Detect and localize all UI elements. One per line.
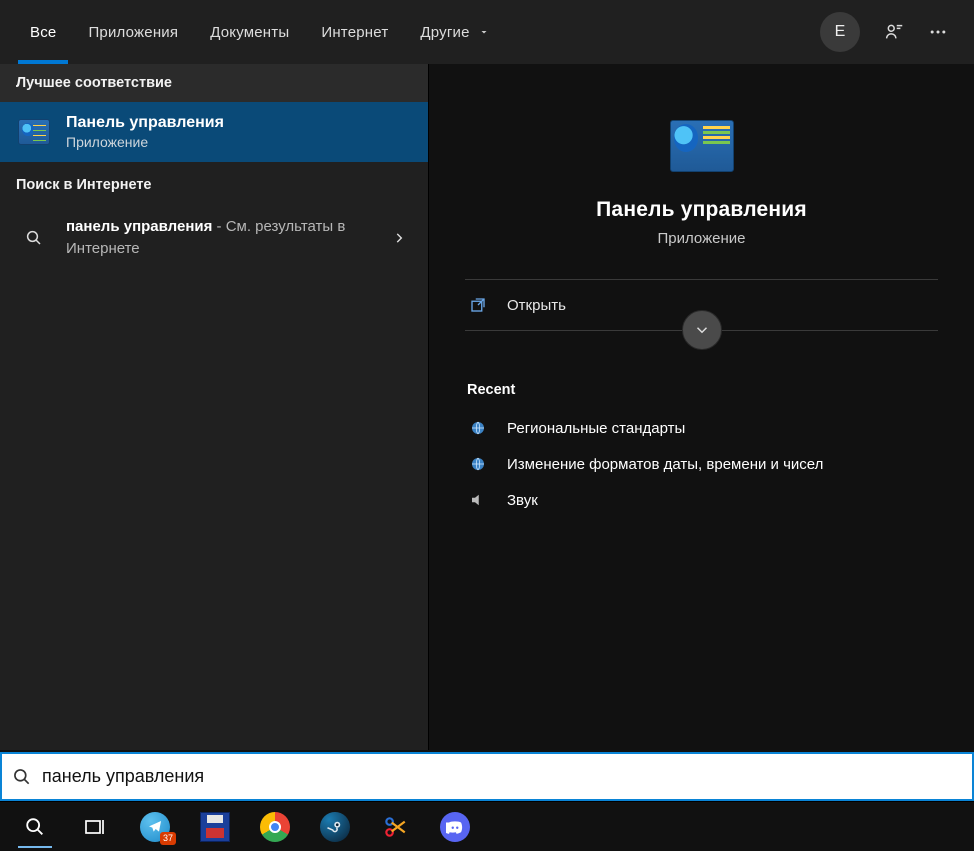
control-panel-icon bbox=[16, 114, 52, 150]
tab-apps[interactable]: Приложения bbox=[72, 0, 194, 64]
more-options-icon[interactable] bbox=[916, 10, 960, 54]
preview-title: Панель управления bbox=[596, 198, 807, 222]
taskbar-save-app[interactable] bbox=[188, 805, 242, 849]
search-panel: Все Приложения Документы Интернет Другие… bbox=[0, 0, 974, 750]
taskbar-chrome[interactable] bbox=[248, 805, 302, 849]
expand-row bbox=[465, 330, 938, 370]
recent-item[interactable]: Звук bbox=[465, 482, 938, 518]
results-list: Лучшее соответствие Панель управления Пр… bbox=[0, 64, 428, 750]
best-match-result[interactable]: Панель управления Приложение bbox=[0, 102, 428, 162]
recent-item[interactable]: Региональные стандарты bbox=[465, 410, 938, 446]
globe-icon bbox=[467, 419, 489, 437]
open-icon bbox=[467, 296, 489, 314]
tab-all[interactable]: Все bbox=[14, 0, 72, 64]
web-result-query: панель управления bbox=[66, 218, 212, 235]
user-avatar[interactable]: E bbox=[820, 12, 860, 52]
open-label: Открыть bbox=[507, 297, 566, 314]
web-result[interactable]: панель управления - См. результаты в Инт… bbox=[0, 204, 428, 272]
search-icon bbox=[16, 229, 52, 247]
telegram-badge: 37 bbox=[160, 832, 176, 845]
floppy-icon bbox=[200, 812, 230, 842]
results-body: Лучшее соответствие Панель управления Пр… bbox=[0, 64, 974, 750]
recent-header: Recent bbox=[467, 382, 938, 398]
tab-more[interactable]: Другие bbox=[404, 0, 505, 64]
web-result-text: панель управления - См. результаты в Инт… bbox=[66, 216, 372, 260]
best-match-subtitle: Приложение bbox=[66, 134, 224, 150]
search-bar[interactable] bbox=[0, 752, 974, 801]
scissors-icon bbox=[382, 814, 408, 840]
taskbar-discord[interactable] bbox=[428, 805, 482, 849]
best-match-text: Панель управления Приложение bbox=[66, 114, 224, 150]
filter-tabs: Все Приложения Документы Интернет Другие… bbox=[0, 0, 974, 64]
expand-button[interactable] bbox=[682, 310, 722, 350]
chevron-right-icon bbox=[386, 231, 412, 245]
recent-item[interactable]: Изменение форматов даты, времени и чисел bbox=[465, 446, 938, 482]
tab-web[interactable]: Интернет bbox=[305, 0, 404, 64]
taskbar-snip[interactable] bbox=[368, 805, 422, 849]
discord-icon bbox=[440, 812, 470, 842]
chrome-icon bbox=[260, 812, 290, 842]
feedback-icon[interactable] bbox=[872, 10, 916, 54]
steam-icon bbox=[320, 812, 350, 842]
tab-documents[interactable]: Документы bbox=[194, 0, 305, 64]
globe-icon bbox=[467, 455, 489, 473]
taskbar-steam[interactable] bbox=[308, 805, 362, 849]
recent-item-label: Звук bbox=[507, 492, 538, 509]
preview-subtitle: Приложение bbox=[658, 230, 746, 247]
taskbar: 37 bbox=[0, 801, 974, 851]
taskbar-telegram[interactable]: 37 bbox=[128, 805, 182, 849]
control-panel-icon bbox=[670, 120, 734, 172]
taskbar-search[interactable] bbox=[8, 805, 62, 849]
search-icon bbox=[12, 767, 32, 787]
web-search-header: Поиск в Интернете bbox=[0, 166, 428, 204]
preview-pane: Панель управления Приложение Открыть Rec… bbox=[428, 64, 974, 750]
best-match-header: Лучшее соответствие bbox=[0, 64, 428, 102]
best-match-title: Панель управления bbox=[66, 114, 224, 132]
speaker-icon bbox=[467, 491, 489, 509]
recent-item-label: Региональные стандарты bbox=[507, 420, 685, 437]
recent-item-label: Изменение форматов даты, времени и чисел bbox=[507, 456, 823, 473]
preview-hero: Панель управления Приложение bbox=[465, 64, 938, 279]
tab-more-label: Другие bbox=[420, 24, 469, 41]
chevron-down-icon bbox=[478, 26, 490, 38]
taskbar-taskview[interactable] bbox=[68, 805, 122, 849]
search-input[interactable] bbox=[42, 766, 962, 787]
